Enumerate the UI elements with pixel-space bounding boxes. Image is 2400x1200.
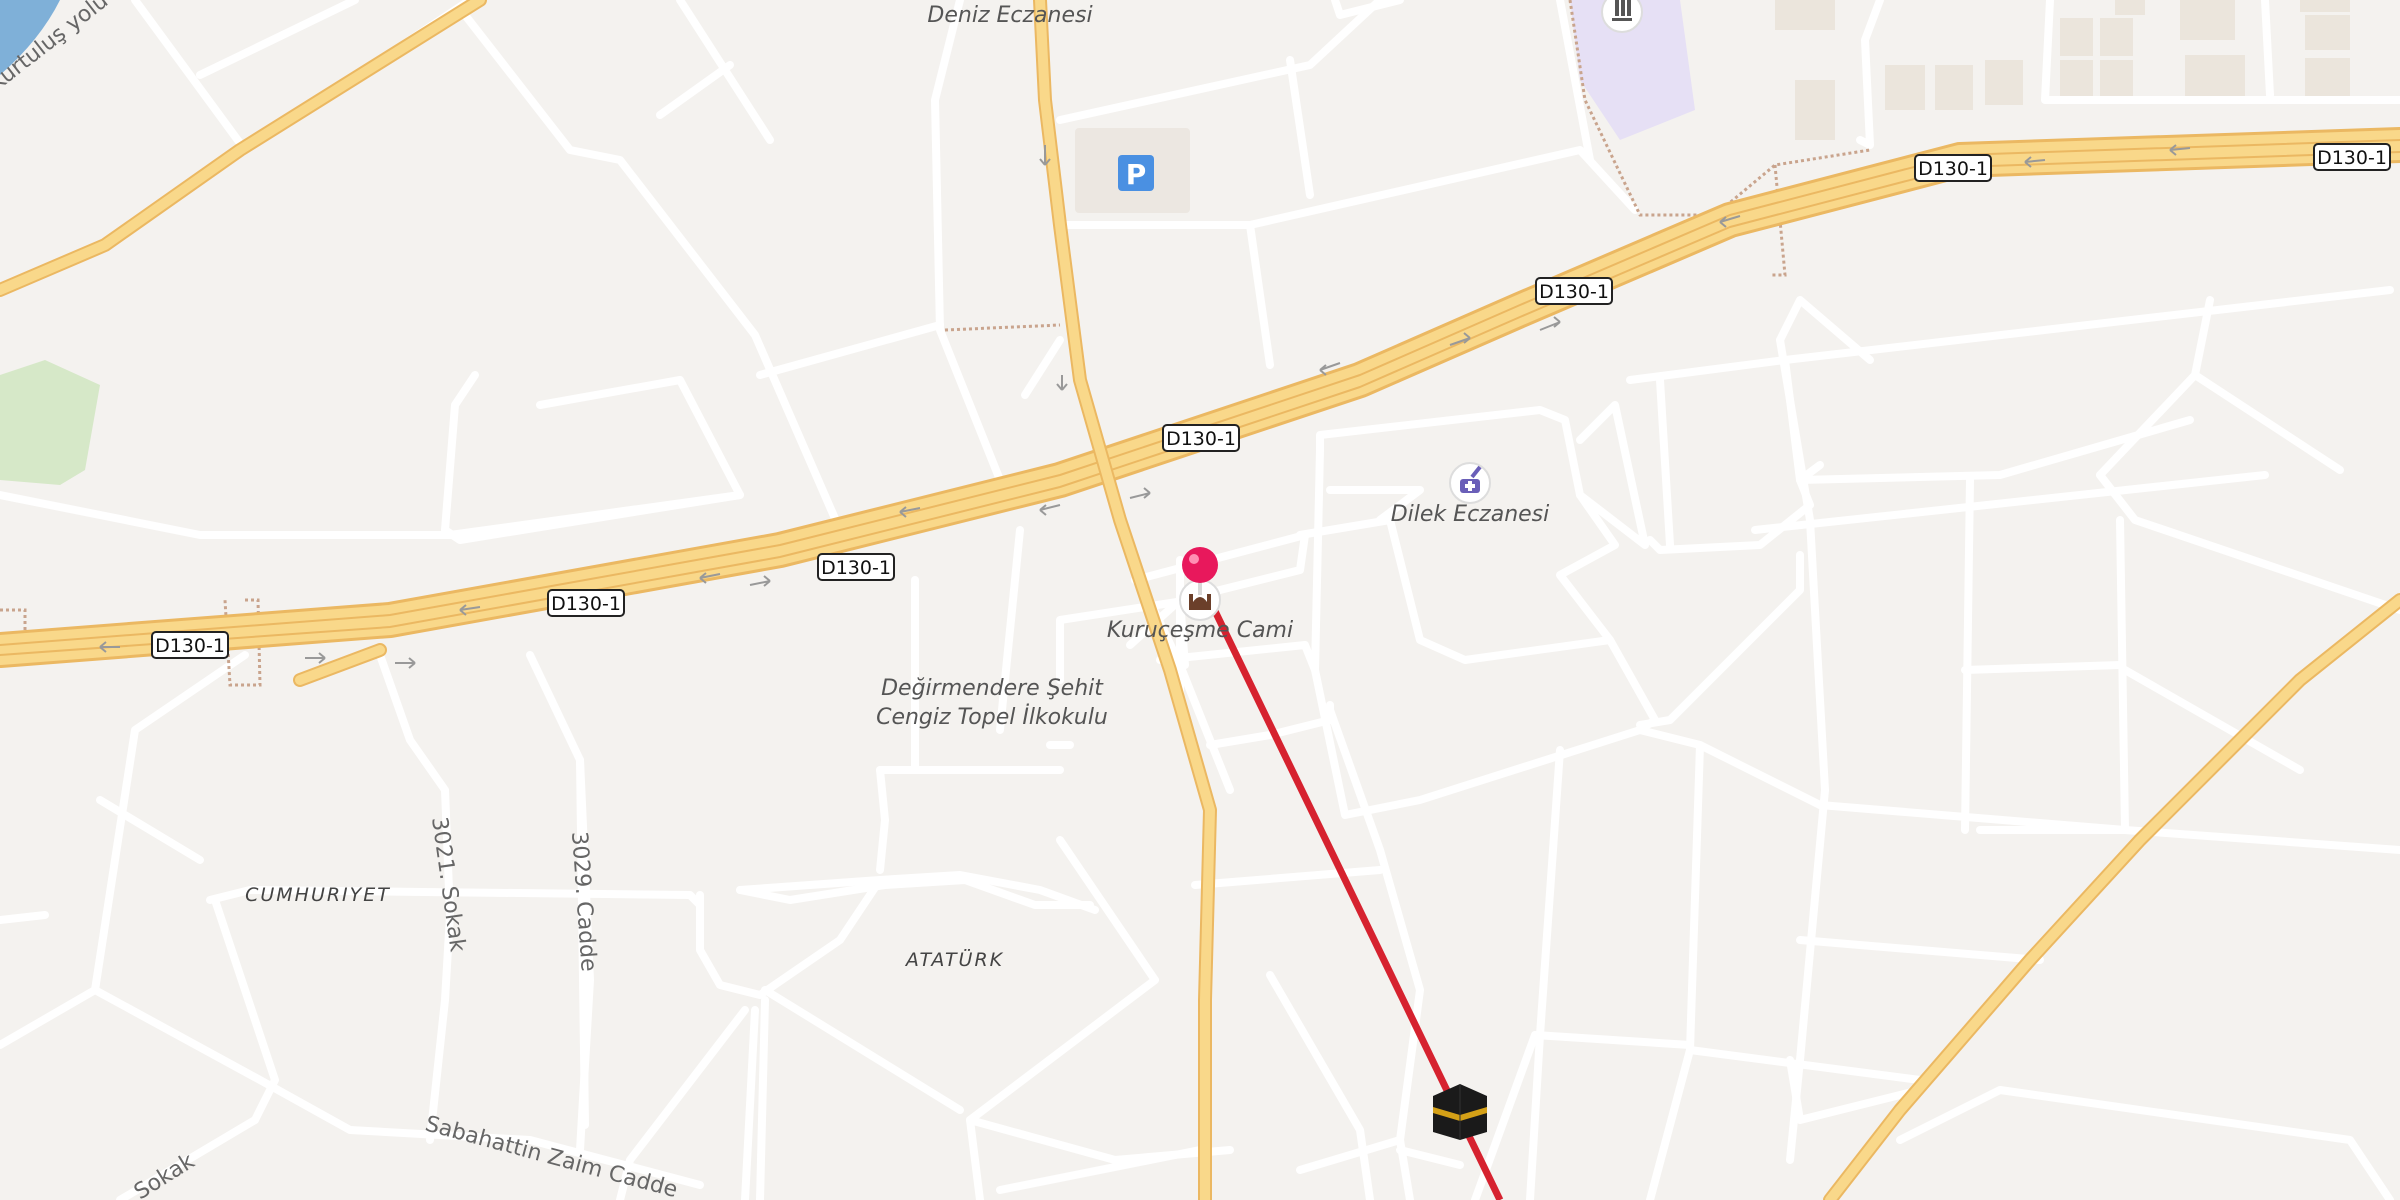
highway-shield: D130-1: [2313, 143, 2391, 171]
parking-icon[interactable]: P: [1118, 155, 1154, 191]
map-view[interactable]: D130-1 D130-1 D130-1 D130-1 D130-1 D130-…: [0, 0, 2400, 1200]
district-label: CUMHURIYET: [245, 884, 391, 906]
pharmacy-icon[interactable]: [1449, 462, 1491, 504]
highway-shield: D130-1: [151, 631, 229, 659]
highway-shield: D130-1: [817, 553, 895, 581]
school-label-line2: Cengiz Topel İlkokulu: [876, 704, 1108, 730]
highway-shield: D130-1: [1162, 424, 1240, 452]
district-label: ATATÜRK: [904, 948, 1004, 971]
map-canvas[interactable]: D130-1 D130-1 D130-1 D130-1 D130-1 D130-…: [0, 0, 2400, 1200]
highway-shield: D130-1: [1914, 154, 1992, 182]
mosque-label: Kuruçeşme Cami: [1107, 618, 1293, 643]
highway-shield-label: D130-1: [155, 635, 225, 657]
highway-shield-label: D130-1: [821, 557, 891, 579]
highway-shield-label: D130-1: [1539, 281, 1609, 303]
highway-shield-label: D130-1: [2317, 147, 2387, 169]
highway-shield-label: D130-1: [551, 593, 621, 615]
university-icon[interactable]: [1601, 0, 1643, 33]
highway-shield: D130-1: [547, 589, 625, 617]
park-area: [0, 360, 100, 485]
pharmacy-top-label: Deniz Eczanesi: [927, 3, 1092, 28]
highway-shield: D130-1: [1535, 277, 1613, 305]
kaaba-icon[interactable]: [1433, 1084, 1487, 1140]
highway-shield-label: D130-1: [1166, 428, 1236, 450]
school-label-line1: Değirmendere Şehit: [881, 676, 1104, 701]
parking-icon-label: P: [1126, 158, 1147, 191]
highway-shield-label: D130-1: [1918, 158, 1988, 180]
pharmacy-label: Dilek Eczanesi: [1391, 502, 1550, 527]
